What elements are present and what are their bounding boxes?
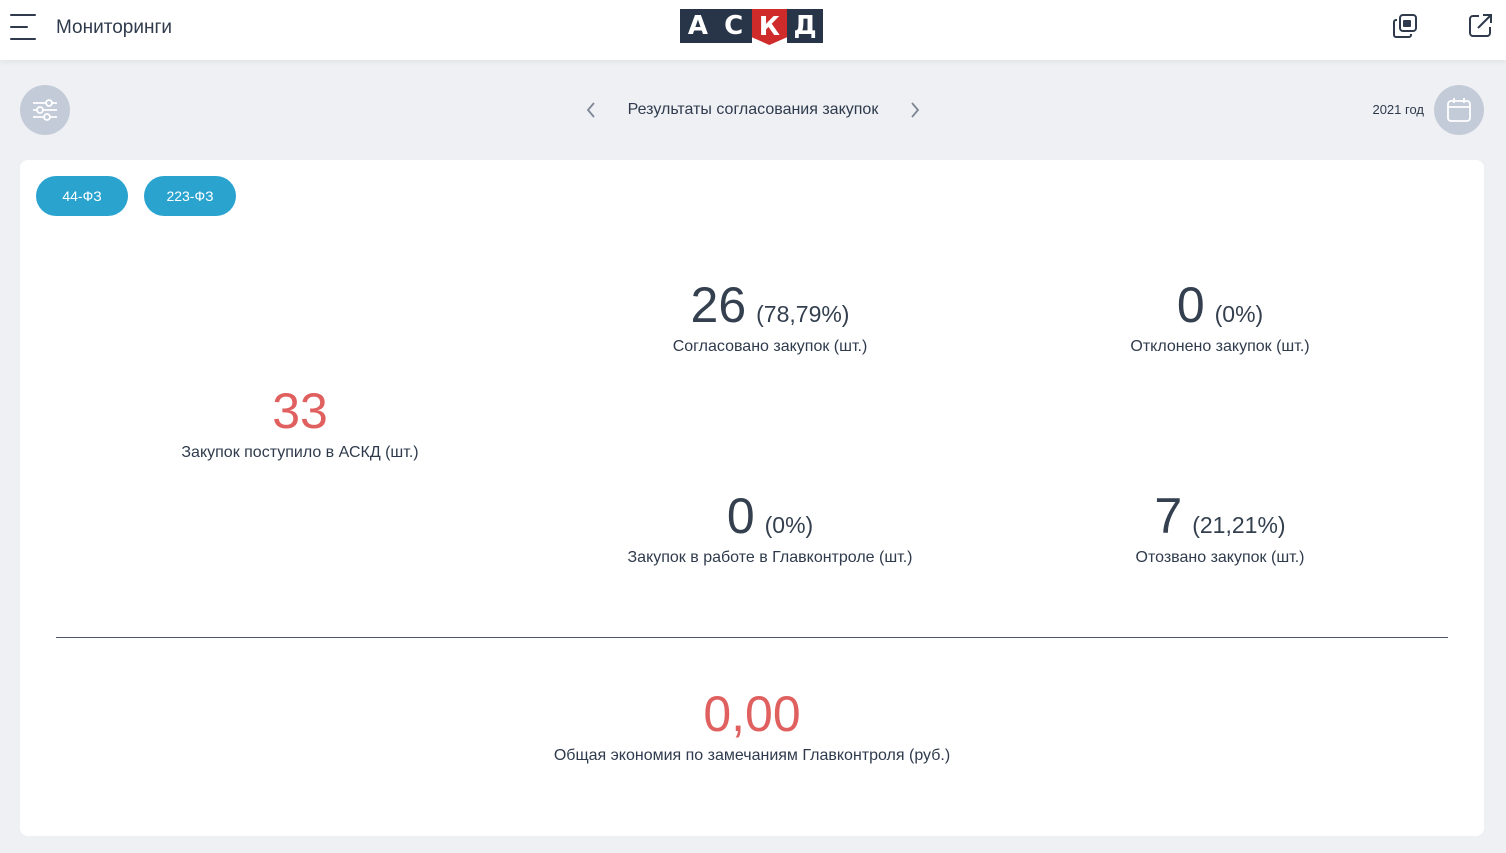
filter-button[interactable] [20, 85, 70, 135]
chevron-left-icon[interactable] [583, 100, 599, 120]
rejected-caption: Отклонено закупок (шт.) [1130, 338, 1310, 355]
app-title: Мониторинги [56, 17, 172, 38]
approved-value: 26 [690, 277, 747, 333]
tab-44-fz[interactable]: 44-ФЗ [36, 176, 128, 216]
year-label: 2021 год [1372, 102, 1424, 117]
logo-letter: А [680, 9, 716, 43]
tab-223-fz[interactable]: 223-ФЗ [144, 176, 236, 216]
hamburger-menu-icon[interactable] [10, 12, 38, 42]
savings-value: 0,00 [703, 686, 801, 742]
calendar-button[interactable] [1434, 85, 1484, 135]
results-card: 44-ФЗ 223-ФЗ 33 Закупок поступило в АСКД… [20, 160, 1484, 836]
withdrawn-caption: Отозвано закупок (шт.) [1135, 549, 1305, 566]
top-bar: Мониторинги А С К Д [0, 0, 1506, 60]
savings-caption: Общая экономия по замечаниям Главконтрол… [553, 747, 951, 764]
approved-percent: (78,79%) [756, 301, 850, 327]
in-work-percent: (0%) [764, 512, 814, 538]
rejected-percent: (0%) [1214, 301, 1264, 327]
metric-savings: 0,00 Общая экономия по замечаниям Главко… [502, 685, 1002, 765]
metric-rejected: 0 (0%) Отклонено закупок (шт.) [1030, 276, 1410, 356]
withdrawn-value: 7 [1154, 488, 1183, 544]
received-caption: Закупок поступило в АСКД (шт.) [181, 444, 419, 461]
report-title: Результаты согласования закупок [627, 101, 879, 118]
calendar-icon [1447, 98, 1471, 122]
metric-in-work: 0 (0%) Закупок в работе в Главконтроле (ш… [580, 487, 960, 567]
metric-approved: 26 (78,79%) Согласовано закупок (шт.) [580, 276, 960, 356]
in-work-caption: Закупок в работе в Главконтроле (шт.) [627, 549, 913, 566]
chevron-right-icon[interactable] [907, 100, 923, 120]
rejected-value: 0 [1176, 277, 1205, 333]
logo-letter: С [715, 9, 752, 43]
in-work-value: 0 [726, 488, 755, 544]
metric-received: 33 Закупок поступило в АСКД (шт.) [160, 382, 440, 462]
received-value: 33 [272, 383, 328, 439]
open-external-icon[interactable] [1466, 12, 1494, 40]
withdrawn-percent: (21,21%) [1192, 512, 1286, 538]
report-navigator: Результаты согласования закупок [583, 96, 923, 124]
askd-logo: А С К Д [680, 9, 823, 45]
metric-withdrawn: 7 (21,21%) Отозвано закупок (шт.) [1030, 487, 1410, 567]
approved-caption: Согласовано закупок (шт.) [672, 338, 868, 355]
copy-window-icon[interactable] [1391, 12, 1419, 40]
logo-letter: Д [787, 9, 823, 43]
logo-letter: К [751, 9, 788, 45]
divider [56, 637, 1448, 638]
sliders-filter-icon [33, 99, 57, 121]
